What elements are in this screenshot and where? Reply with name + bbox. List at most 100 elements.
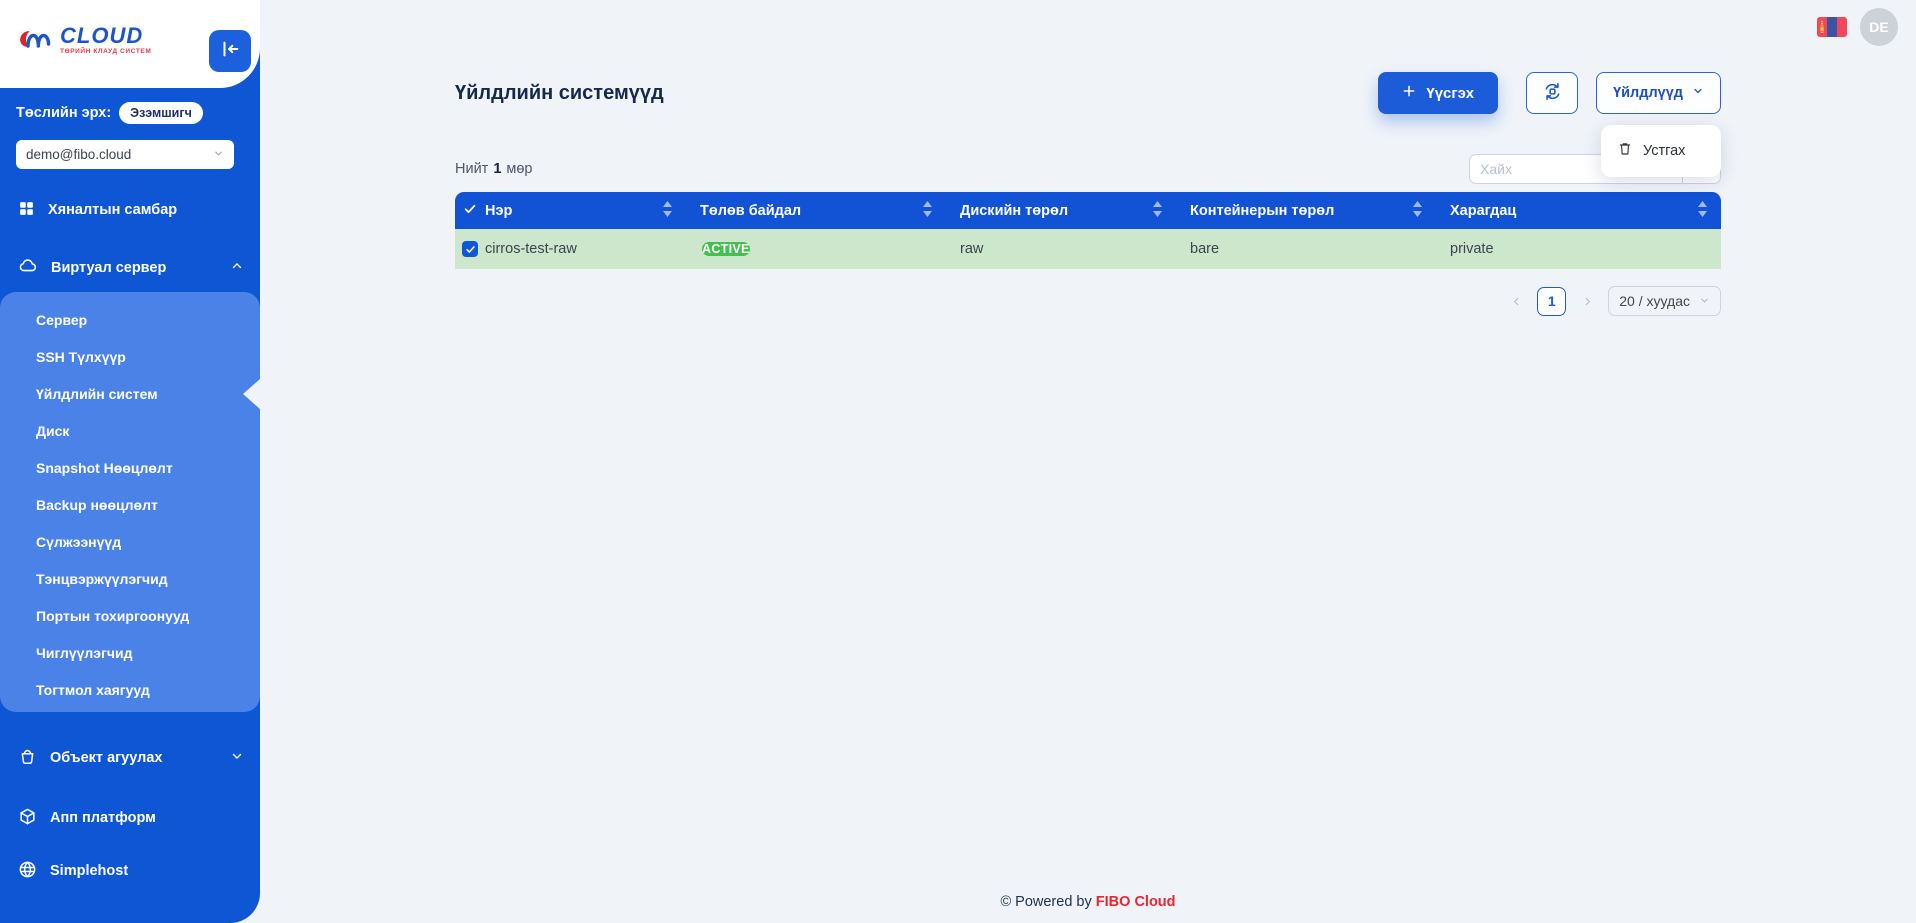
- bucket-icon: [18, 747, 37, 770]
- total-suffix: мөр: [506, 161, 532, 177]
- column-header-status[interactable]: Төлөв байдал: [686, 201, 946, 221]
- footer: © Powered by FIBO Cloud: [455, 894, 1721, 910]
- page-header: Үйлдлийн системүүд Үүсгэх: [455, 72, 1721, 114]
- sort-carets-icon[interactable]: [1698, 201, 1707, 221]
- sidebar-item-ssh-key[interactable]: SSH Түлхүүр: [0, 338, 260, 375]
- collapse-sidebar-icon: [219, 38, 241, 65]
- row-checkbox-checked[interactable]: [462, 241, 478, 257]
- active-item-notch: [243, 379, 260, 409]
- submenu-label: Сервер: [36, 312, 87, 328]
- sidebar-item-object-storage[interactable]: Объект агуулах: [0, 740, 260, 776]
- user-avatar[interactable]: DE: [1860, 8, 1898, 46]
- table-header-row: Нэр Төлөв байдал Дискийн төрөл Контейнер…: [455, 192, 1721, 229]
- table-row[interactable]: cirros-test-raw ACTIVE raw bare private: [455, 229, 1721, 269]
- cube-icon: [18, 807, 37, 830]
- project-role-row: Төслийн эрх: Эзэмшигч: [16, 102, 248, 124]
- submenu-label: SSH Түлхүүр: [36, 349, 126, 365]
- pagination: 1 20 / хуудас: [1506, 286, 1721, 316]
- cell-container-type: bare: [1176, 241, 1436, 257]
- sort-carets-icon[interactable]: [923, 201, 932, 221]
- sidebar-item-backup[interactable]: Backup нөөцлөлт: [0, 486, 260, 523]
- project-role-badge: Эзэмшигч: [119, 102, 203, 124]
- trash-icon: [1617, 141, 1633, 161]
- sidebar-item-server[interactable]: Сервер: [0, 301, 260, 338]
- chevron-down-icon: [1692, 85, 1704, 101]
- actions-dropdown-menu: Устгах: [1601, 125, 1721, 177]
- chevron-down-icon: [230, 749, 244, 767]
- sidebar-item-label: Хяналтын самбар: [48, 202, 177, 218]
- submenu-label: Backup нөөцлөлт: [36, 497, 158, 513]
- sidebar: CLOUD ТӨРИЙН КЛАУД СИСТЕМ Төслийн эрх: Э…: [0, 0, 260, 923]
- sidebar-item-networks[interactable]: Сүлжээнүүд: [0, 523, 260, 560]
- logo-text: CLOUD: [60, 25, 151, 47]
- actions-dropdown-button[interactable]: Үйлдлүүд: [1596, 72, 1721, 114]
- status-badge: ACTIVE: [702, 242, 750, 256]
- sidebar-collapse-button[interactable]: [209, 30, 251, 72]
- sidebar-item-app-platform[interactable]: Апп платформ: [0, 800, 260, 836]
- refresh-sync-icon: [1542, 81, 1563, 105]
- page-number-button[interactable]: 1: [1537, 287, 1566, 316]
- account-select[interactable]: demo@fibo.cloud: [16, 140, 234, 169]
- sidebar-item-static-addresses[interactable]: Тогтмол хаягууд: [0, 671, 260, 708]
- sidebar-item-load-balancers[interactable]: Тэнцвэржүүлэгчид: [0, 560, 260, 597]
- account-select-value: demo@fibo.cloud: [26, 147, 131, 162]
- virtual-server-submenu: Сервер SSH Түлхүүр Үйлдлийн систем Диск …: [0, 292, 260, 712]
- menu-item-delete[interactable]: Устгах: [1601, 131, 1721, 171]
- plus-icon: [1402, 84, 1416, 102]
- sort-carets-icon[interactable]: [663, 201, 672, 221]
- column-header-container-type[interactable]: Контейнерын төрөл: [1176, 201, 1436, 221]
- next-page-button[interactable]: [1577, 287, 1597, 315]
- sort-carets-icon[interactable]: [1413, 201, 1422, 221]
- sidebar-item-label: Объект агуулах: [50, 750, 162, 766]
- sidebar-item-label: Simplehost: [50, 863, 128, 879]
- total-prefix: Нийт: [455, 161, 488, 177]
- brand-logo[interactable]: CLOUD ТӨРИЙН КЛАУД СИСТЕМ: [16, 24, 151, 57]
- submenu-label: Портын тохиргоонууд: [36, 608, 189, 624]
- column-header-name[interactable]: Нэр: [485, 201, 686, 221]
- sidebar-item-simplehost[interactable]: Simplehost: [0, 853, 260, 889]
- sidebar-item-disk[interactable]: Диск: [0, 412, 260, 449]
- submenu-label: Сүлжээнүүд: [36, 534, 121, 550]
- chevron-down-icon: [1699, 293, 1710, 309]
- create-button-label: Үүсгэх: [1426, 85, 1474, 102]
- submenu-label: Тогтмол хаягууд: [36, 682, 150, 698]
- sidebar-item-label: Апп платформ: [50, 810, 156, 826]
- refresh-button[interactable]: [1526, 72, 1578, 114]
- create-button[interactable]: Үүсгэх: [1378, 72, 1498, 114]
- sidebar-item-virtual-server[interactable]: Виртуал сервер: [0, 250, 260, 286]
- select-all-check-icon[interactable]: [463, 202, 477, 220]
- column-label: Харагдац: [1450, 203, 1516, 219]
- mongolian-flag-language-icon[interactable]: [1817, 17, 1847, 37]
- sidebar-item-dashboard[interactable]: Хяналтын самбар: [0, 192, 260, 228]
- sidebar-item-label: Виртуал сервер: [51, 260, 166, 276]
- column-header-disk-type[interactable]: Дискийн төрөл: [946, 201, 1176, 221]
- footer-brand-link[interactable]: FIBO Cloud: [1096, 894, 1176, 910]
- sidebar-item-operating-system[interactable]: Үйлдлийн систем: [0, 375, 260, 412]
- globe-icon: [18, 860, 37, 883]
- header-actions: Үүсгэх Үйлдлүүд: [1378, 72, 1721, 114]
- submenu-label: Snapshot Нөөцлөлт: [36, 460, 173, 476]
- cell-status: ACTIVE: [686, 237, 946, 262]
- column-label: Төлөв байдал: [700, 203, 801, 219]
- previous-page-button[interactable]: [1506, 287, 1526, 315]
- page-size-select[interactable]: 20 / хуудас: [1608, 286, 1721, 316]
- chevron-down-icon: [213, 147, 224, 162]
- menu-item-label: Устгах: [1643, 143, 1685, 159]
- submenu-label: Тэнцвэржүүлэгчид: [36, 571, 168, 587]
- column-header-visibility[interactable]: Харагдац: [1436, 201, 1721, 221]
- cell-disk-type: raw: [946, 241, 1176, 257]
- cell-name: cirros-test-raw: [485, 241, 686, 257]
- column-label: Дискийн төрөл: [960, 203, 1068, 219]
- page-size-value: 20 / хуудас: [1619, 293, 1690, 309]
- main-content: Үйлдлийн системүүд Үүсгэх: [260, 0, 1916, 923]
- header-cell-checkbox: [455, 202, 485, 220]
- sidebar-item-routers[interactable]: Чиглүүлэгчид: [0, 634, 260, 671]
- topbar: DE: [1817, 8, 1898, 46]
- sort-carets-icon[interactable]: [1153, 201, 1162, 221]
- column-label: Нэр: [485, 203, 512, 219]
- sidebar-item-port-settings[interactable]: Портын тохиргоонууд: [0, 597, 260, 634]
- sidebar-item-snapshot-backup[interactable]: Snapshot Нөөцлөлт: [0, 449, 260, 486]
- submenu-label: Диск: [36, 423, 69, 439]
- cell-visibility: private: [1436, 241, 1721, 257]
- cloud-icon: [18, 256, 38, 280]
